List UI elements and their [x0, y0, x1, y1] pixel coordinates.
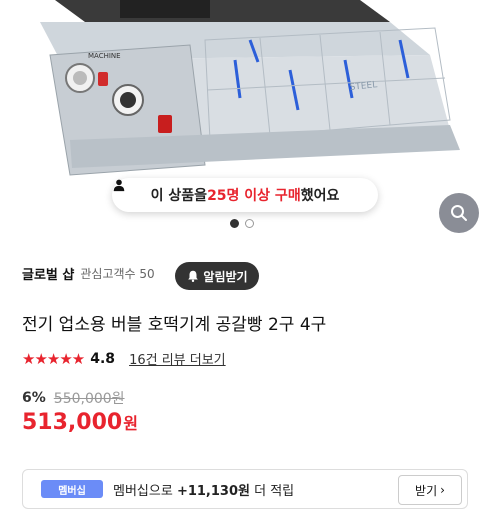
- seller-name[interactable]: 글로벌 샵: [22, 264, 74, 283]
- original-price: 550,000원: [53, 391, 125, 407]
- chevron-right-icon: ›: [440, 483, 445, 497]
- carousel-dot-2[interactable]: [245, 219, 254, 228]
- interest-count: 관심고객수 50: [80, 267, 155, 281]
- buyers-suffix: 했어요: [300, 188, 340, 204]
- rating-row: ★★★★★ 4.8 16건 리뷰 더보기: [22, 349, 226, 369]
- receive-button[interactable]: 받기 ›: [398, 475, 462, 505]
- discount-row: 6% 550,000원: [22, 388, 125, 408]
- search-icon: [451, 205, 467, 221]
- price-number: 513,000: [22, 410, 123, 435]
- membership-points: +11,130원: [176, 484, 250, 499]
- membership-badge: 멤버십: [41, 480, 103, 498]
- review-link[interactable]: 16건 리뷰 더보기: [129, 349, 226, 368]
- buyers-count: 25명 이상 구매: [207, 188, 301, 204]
- person-icon: [113, 179, 125, 192]
- final-price: 513,000원: [22, 410, 138, 435]
- seller-info[interactable]: 글로벌 샵 관심고객수 50: [22, 264, 155, 283]
- discount-rate: 6%: [22, 390, 46, 406]
- machine-label: MACHINE: [88, 52, 121, 60]
- product-title: 전기 업소용 버블 호떡기계 공갈빵 2구 4구: [22, 315, 327, 335]
- membership-benefit: 멤버십 멤버십으로 +11,130원 더 적립 받기 ›: [22, 469, 468, 509]
- product-image-carousel[interactable]: MACHINE STEEL 이 상품을 25명 이상 구매 했어요: [0, 0, 490, 240]
- rating-stars: ★★★★★: [22, 349, 85, 368]
- rating-value: 4.8: [90, 350, 116, 367]
- carousel-indicator: [230, 219, 254, 228]
- membership-text-suffix: 더 적립: [249, 484, 295, 499]
- alert-subscribe-button[interactable]: 알림받기: [175, 262, 259, 290]
- membership-text-prefix: 멤버십으로: [113, 484, 177, 499]
- alert-button-label: 알림받기: [203, 269, 248, 284]
- search-button[interactable]: [439, 193, 479, 233]
- buyers-count-pill: 이 상품을 25명 이상 구매 했어요: [112, 178, 378, 212]
- carousel-dot-1[interactable]: [230, 219, 239, 228]
- receive-button-label: 받기: [415, 483, 438, 498]
- bell-plus-icon: [188, 270, 199, 283]
- buyers-prefix: 이 상품을: [150, 188, 208, 204]
- price-unit: 원: [123, 414, 138, 433]
